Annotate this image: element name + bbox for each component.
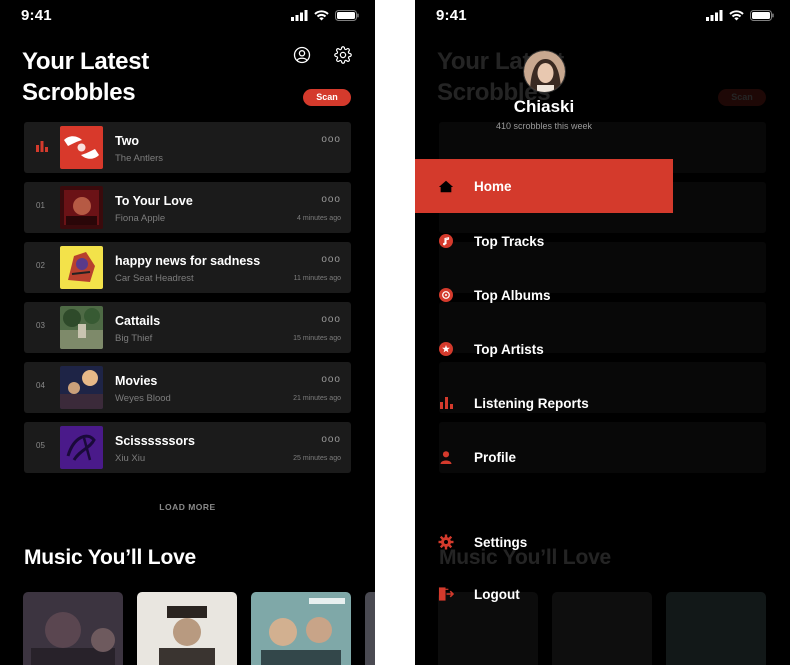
profile-subtitle: 410 scrobbles this week (495, 121, 593, 131)
status-time: 9:41 (21, 7, 52, 24)
track-artist: Big Thief (115, 333, 153, 344)
menu-item-profile[interactable]: Profile (415, 430, 673, 484)
track-index: 05 (36, 441, 45, 450)
menu-label: Top Artists (474, 341, 544, 357)
track-index: 03 (36, 321, 45, 330)
recommendation-card[interactable] (137, 592, 237, 665)
recommendation-card[interactable] (23, 592, 123, 665)
profile-header[interactable]: Chiaski 410 scrobbles this week (415, 50, 673, 131)
scrobble-row[interactable]: 02 happy news for sadness Car Seat Headr… (24, 242, 351, 293)
track-title: Two (115, 134, 140, 148)
scrobble-time: 21 minutes ago (293, 395, 341, 402)
wifi-icon (729, 10, 744, 21)
recommendation-card[interactable] (365, 592, 375, 665)
music-note-icon (438, 233, 454, 249)
avatar (522, 50, 566, 93)
status-bar: 9:41 (415, 0, 790, 32)
status-bar: 9:41 (0, 0, 375, 32)
track-artist: Xiu Xiu (115, 453, 146, 464)
album-icon (438, 287, 454, 303)
account-button[interactable] (293, 46, 313, 66)
menu-item-top-tracks[interactable]: Top Tracks (415, 214, 673, 268)
recommendation-carousel[interactable] (23, 592, 375, 665)
menu-label: Home (474, 178, 512, 194)
star-icon (438, 341, 454, 357)
album-art (60, 426, 103, 469)
scrobble-row[interactable]: 03 Cattails Big Thief ooo 15 minutes ago (24, 302, 351, 353)
battery-icon (335, 10, 359, 21)
person-icon (438, 449, 454, 465)
track-title: happy news for sadness (115, 254, 261, 268)
wifi-icon (314, 10, 329, 21)
scrobble-time: 11 minutes ago (293, 275, 341, 282)
menu-label: Logout (474, 586, 520, 602)
menu-item-listening-reports[interactable]: Listening Reports (415, 376, 673, 430)
album-art (60, 126, 103, 169)
scan-button[interactable]: Scan (303, 89, 351, 106)
menu-label: Top Tracks (474, 233, 545, 249)
recommendation-card[interactable] (251, 592, 351, 665)
scrobble-list: Two The Antlers ooo 01 To Your Love Fion… (24, 122, 351, 482)
home-icon (438, 178, 454, 194)
menu-label: Profile (474, 449, 517, 465)
menu-label: Listening Reports (474, 395, 589, 411)
profile-name: Chiaski (513, 97, 575, 116)
album-art (60, 246, 103, 289)
more-options-button[interactable]: ooo (321, 134, 341, 145)
album-art (60, 306, 103, 349)
scrobble-time: 4 minutes ago (297, 215, 341, 222)
signal-icon (706, 10, 723, 21)
now-playing-icon (36, 141, 48, 152)
section-title: Music You’ll Love (24, 546, 197, 569)
more-options-button[interactable]: ooo (321, 374, 341, 385)
more-options-button[interactable]: ooo (321, 254, 341, 265)
album-art (60, 186, 103, 229)
signal-icon (291, 10, 308, 21)
bar-chart-icon (438, 395, 454, 411)
logout-icon (438, 586, 454, 602)
status-time: 9:41 (436, 7, 467, 24)
scrobble-row[interactable]: 05 Scissssssors Xiu Xiu ooo 25 minutes a… (24, 422, 351, 473)
load-more-button[interactable]: LOAD MORE (0, 502, 375, 512)
background-card (666, 592, 766, 665)
menu-item-logout[interactable]: Logout (415, 567, 673, 621)
more-options-button[interactable]: ooo (321, 314, 341, 325)
track-artist: The Antlers (115, 153, 164, 164)
menu-item-home[interactable]: Home (415, 159, 673, 213)
menu-label: Settings (474, 534, 528, 550)
track-artist: Car Seat Headrest (115, 273, 194, 284)
scrobble-row[interactable]: 04 Movies Weyes Blood ooo 21 minutes ago (24, 362, 351, 413)
menu-item-top-artists[interactable]: Top Artists (415, 322, 673, 376)
track-index: 02 (36, 261, 45, 270)
track-title: Cattails (115, 314, 161, 328)
menu-item-top-albums[interactable]: Top Albums (415, 268, 673, 322)
page-title: Your Latest Scrobbles (22, 48, 149, 106)
menu-item-settings[interactable]: Settings (415, 515, 673, 569)
track-artist: Fiona Apple (115, 213, 166, 224)
track-title: Scissssssors (115, 434, 195, 448)
track-index: 01 (36, 201, 45, 210)
gear-icon (334, 46, 352, 64)
scrobble-row[interactable]: Two The Antlers ooo (24, 122, 351, 173)
track-artist: Weyes Blood (115, 393, 171, 404)
battery-icon (750, 10, 774, 21)
track-title: To Your Love (115, 194, 193, 208)
status-icons (706, 10, 774, 21)
scrobble-time: 15 minutes ago (293, 335, 341, 342)
track-index: 04 (36, 381, 45, 390)
navigation-drawer-screen: Your Latest Scrobbles Scan Music You’ll … (415, 0, 790, 665)
gear-icon (438, 534, 454, 550)
track-title: Movies (115, 374, 158, 388)
background-scan-button: Scan (718, 89, 766, 106)
menu-label: Top Albums (474, 287, 551, 303)
scrobbles-screen: 9:41 Your Latest Scrobbles Scan Two The … (0, 0, 375, 665)
more-options-button[interactable]: ooo (321, 434, 341, 445)
scrobble-time: 25 minutes ago (293, 455, 341, 462)
more-options-button[interactable]: ooo (321, 194, 341, 205)
account-icon (293, 46, 311, 64)
album-art (60, 366, 103, 409)
status-icons (291, 10, 359, 21)
scrobble-row[interactable]: 01 To Your Love Fiona Apple ooo 4 minute… (24, 182, 351, 233)
settings-button[interactable] (334, 46, 354, 66)
